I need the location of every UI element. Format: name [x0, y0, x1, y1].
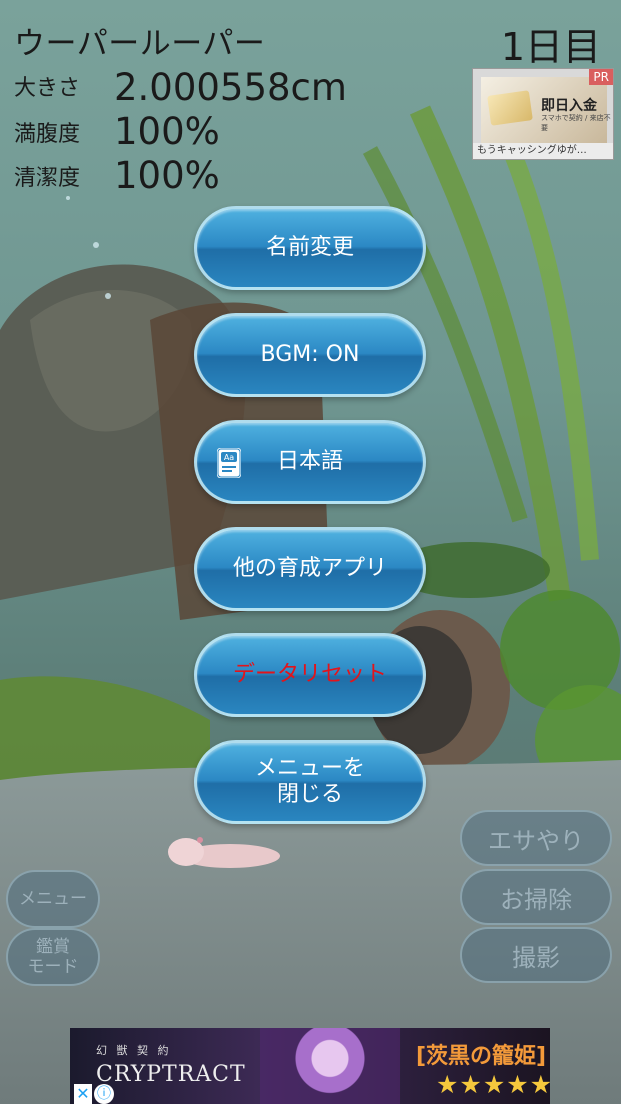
ad-stars: ★★★★★★ — [436, 1070, 550, 1099]
close-menu-button[interactable]: メニューを 閉じる — [194, 740, 426, 824]
size-value: 2.000558cm — [114, 66, 347, 109]
pet-name: ウーパールーパー — [14, 26, 266, 62]
close-menu-label: メニューを 閉じる — [254, 756, 365, 807]
clean-button[interactable]: お掃除 — [460, 869, 612, 925]
menu-button-label: メニュー — [19, 889, 87, 909]
ad-headline: 即日入金 — [541, 98, 597, 114]
pr-badge: PR — [589, 69, 613, 85]
other-apps-label: 他の育成アプリ — [232, 556, 387, 581]
size-label: 大きさ — [14, 76, 81, 101]
cleanliness-label: 清潔度 — [14, 166, 81, 191]
feed-button[interactable]: エサやり — [460, 810, 612, 866]
data-reset-button[interactable]: データリセット — [194, 633, 426, 717]
other-apps-button[interactable]: 他の育成アプリ — [194, 527, 426, 611]
bgm-label: BGM: ON — [260, 342, 360, 367]
viewing-mode-button[interactable]: 鑑賞 モード — [6, 928, 100, 986]
viewing-mode-label: 鑑賞 モード — [27, 937, 79, 977]
photo-label: 撮影 — [512, 943, 560, 972]
photo-button[interactable]: 撮影 — [460, 927, 612, 983]
bottom-ad-banner[interactable]: 幻 獣 契 約 CRYPTRACT [茨黒の籠姫] レム ★★★★★★ — [70, 1028, 550, 1104]
close-ad-icon[interactable]: ✕ — [74, 1084, 92, 1104]
bgm-toggle-button[interactable]: BGM: ON — [194, 313, 426, 397]
ad-small-title: 幻 獣 契 約 — [96, 1044, 172, 1057]
data-reset-label: データリセット — [232, 662, 387, 687]
language-label: 日本語 — [276, 449, 343, 474]
menu-button[interactable]: メニュー — [6, 870, 100, 928]
language-doc-icon: Aa — [217, 448, 241, 478]
svg-text:Aa: Aa — [224, 453, 234, 462]
ad-brand: CRYPTRACT — [96, 1062, 246, 1087]
ad-caption: もうキャッシングゆが… — [473, 143, 613, 159]
top-ad-banner[interactable]: 即日入金 スマホで契約 / 来店不要 PR もうキャッシングゆが… — [472, 68, 614, 160]
clean-label: お掃除 — [500, 885, 572, 914]
credit-card-image — [487, 90, 533, 126]
fullness-label: 満腹度 — [14, 122, 81, 147]
language-button[interactable]: Aa 日本語 — [194, 420, 426, 504]
fullness-value: 100% — [114, 110, 220, 153]
ad-headline: [茨黒の籠姫] レム — [416, 1044, 550, 1069]
rename-button[interactable]: 名前変更 — [194, 206, 426, 290]
rename-label: 名前変更 — [265, 235, 354, 260]
day-counter: 1日目 — [500, 25, 601, 69]
feed-label: エサやり — [488, 826, 584, 855]
ad-info-icon[interactable]: ⓘ — [94, 1084, 114, 1104]
cleanliness-value: 100% — [114, 154, 220, 197]
ad-character-image — [260, 1028, 400, 1104]
ad-subtext: スマホで契約 / 来店不要 — [541, 114, 611, 132]
